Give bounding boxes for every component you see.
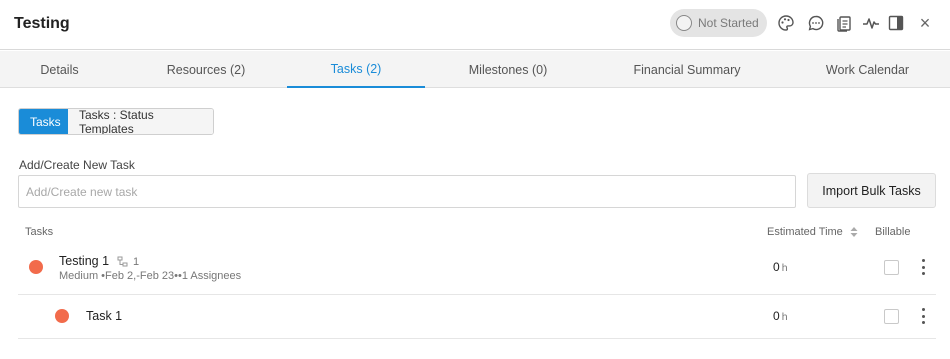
estimated-time-value: 0h	[773, 260, 788, 274]
hours-unit: h	[781, 311, 788, 323]
estimated-time-column-header[interactable]: Estimated Time	[767, 226, 858, 238]
tab-tasks[interactable]: Tasks (2)	[287, 51, 425, 88]
status-button[interactable]: Not Started	[670, 9, 767, 37]
activity-icon[interactable]	[861, 13, 881, 33]
task-name: Testing 1	[59, 254, 110, 268]
panel-toggle-icon[interactable]	[886, 13, 906, 33]
status-circle-icon	[676, 15, 692, 31]
tab-milestones[interactable]: Milestones (0)	[443, 51, 573, 88]
tasks-view-button[interactable]: Tasks	[19, 109, 68, 134]
new-task-label: Add/Create New Task	[19, 158, 135, 172]
table-row[interactable]: Testing 1 1 Medium •Feb 2,-Feb 23••1 Ass…	[18, 244, 936, 295]
task-name[interactable]: Task 1	[86, 309, 122, 323]
close-icon[interactable]: ×	[915, 13, 935, 33]
task-title[interactable]: Testing 1 1	[59, 254, 139, 268]
subtask-icon	[117, 256, 128, 267]
comment-icon[interactable]	[806, 13, 826, 33]
estimated-hours: 0	[773, 309, 780, 323]
tab-work-calendar[interactable]: Work Calendar	[795, 51, 940, 88]
billable-column-header: Billable	[875, 226, 911, 238]
tasks-column-header: Tasks	[25, 226, 54, 238]
billable-checkbox[interactable]	[884, 260, 899, 275]
status-dot[interactable]	[55, 309, 69, 323]
more-options-icon[interactable]	[918, 259, 928, 275]
header-bar: Testing Not Started ×	[0, 0, 950, 50]
subtask-count: 1	[133, 256, 140, 268]
estimated-time-value: 0h	[773, 309, 788, 323]
sort-icon[interactable]	[850, 226, 858, 238]
page-title: Testing	[14, 15, 70, 32]
task-meta: Medium •Feb 2,-Feb 23••1 Assignees	[59, 270, 242, 282]
hours-unit: h	[781, 262, 788, 274]
table-row[interactable]: Task 1 0h	[18, 295, 936, 339]
status-dot[interactable]	[29, 260, 43, 274]
estimated-hours: 0	[773, 260, 780, 274]
estimated-time-header-label: Estimated Time	[767, 226, 843, 238]
tab-bar: Details Resources (2) Tasks (2) Mileston…	[0, 51, 950, 88]
task-view-switch: Tasks Tasks : Status Templates	[18, 108, 214, 135]
documents-icon[interactable]	[834, 13, 854, 33]
status-label: Not Started	[698, 16, 759, 30]
billable-checkbox[interactable]	[884, 309, 899, 324]
import-bulk-tasks-button[interactable]: Import Bulk Tasks	[807, 173, 936, 208]
tab-details[interactable]: Details	[0, 51, 119, 88]
more-options-icon[interactable]	[918, 308, 928, 324]
tab-financial-summary[interactable]: Financial Summary	[612, 51, 762, 88]
status-templates-button[interactable]: Tasks : Status Templates	[68, 109, 213, 134]
new-task-input[interactable]	[18, 175, 796, 208]
palette-icon[interactable]	[776, 13, 796, 33]
tab-resources[interactable]: Resources (2)	[145, 51, 267, 88]
